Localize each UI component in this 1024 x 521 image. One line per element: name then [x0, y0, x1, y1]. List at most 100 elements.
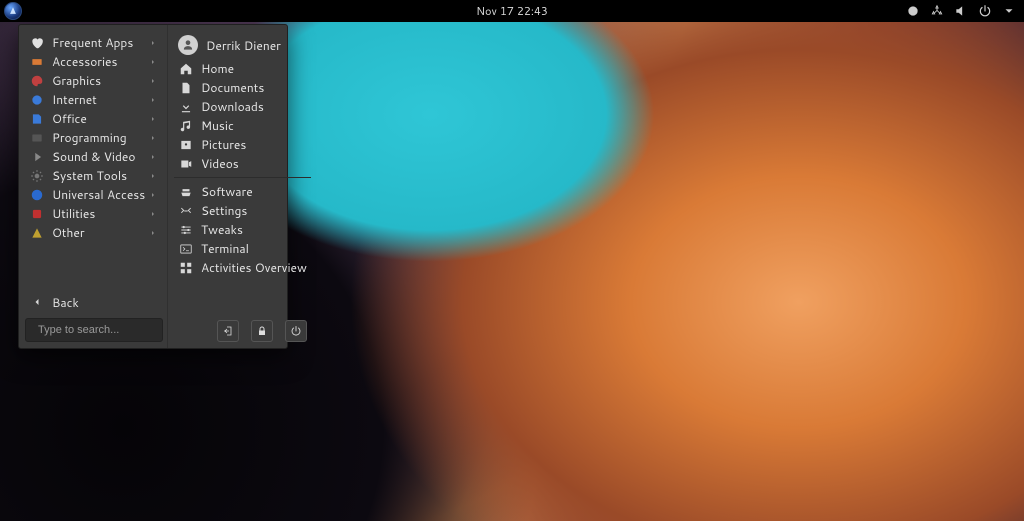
- sound-video-icon: [29, 149, 45, 165]
- category-label: Programming: [52, 129, 149, 146]
- shortcut-settings[interactable]: Settings: [174, 201, 311, 220]
- category-label: Graphics: [52, 72, 149, 89]
- place-music[interactable]: Music: [174, 116, 311, 135]
- place-label: Videos: [201, 155, 307, 172]
- category-accessories[interactable]: Accessories: [25, 52, 163, 71]
- category-label: Frequent Apps: [52, 34, 149, 51]
- menu-right-column: Derrik Diener Home Documents Downloads M…: [167, 25, 317, 348]
- shortcut-activities[interactable]: Activities Overview: [174, 258, 311, 277]
- session-buttons: [174, 318, 311, 342]
- internet-icon: [29, 92, 45, 108]
- user-row[interactable]: Derrik Diener: [174, 33, 311, 59]
- category-label: Other: [52, 224, 149, 241]
- volume-icon[interactable]: [954, 4, 968, 18]
- chevron-right-icon: [149, 72, 159, 89]
- category-internet[interactable]: Internet: [25, 90, 163, 109]
- utilities-icon: [29, 206, 45, 222]
- search-field[interactable]: [25, 318, 163, 342]
- category-sound-video[interactable]: Sound & Video: [25, 147, 163, 166]
- chevron-down-icon[interactable]: [1002, 4, 1016, 18]
- category-system-tools[interactable]: System Tools: [25, 166, 163, 185]
- category-list: Frequent Apps Accessories Graphics Inter…: [25, 33, 163, 242]
- search-input[interactable]: [38, 324, 180, 336]
- chevron-right-icon: [149, 91, 159, 108]
- network-icon[interactable]: [930, 4, 944, 18]
- shortcut-label: Tweaks: [201, 221, 307, 238]
- chevron-right-icon: [149, 167, 159, 184]
- place-downloads[interactable]: Downloads: [174, 97, 311, 116]
- category-label: System Tools: [52, 167, 149, 184]
- category-label: Internet: [52, 91, 149, 108]
- logout-button[interactable]: [217, 320, 239, 342]
- category-graphics[interactable]: Graphics: [25, 71, 163, 90]
- shortcuts-list: Software Settings Tweaks Terminal Activi…: [174, 182, 311, 277]
- clock[interactable]: Nov 17 22:43: [476, 3, 548, 19]
- category-other[interactable]: Other: [25, 223, 163, 242]
- shortcut-label: Terminal: [201, 240, 307, 257]
- shortcut-label: Settings: [201, 202, 307, 219]
- avatar: [178, 35, 198, 55]
- programming-icon: [29, 130, 45, 146]
- category-label: Accessories: [52, 53, 149, 70]
- office-icon: [29, 111, 45, 127]
- category-label: Universal Access: [52, 186, 149, 203]
- graphics-icon: [29, 73, 45, 89]
- shortcut-tweaks[interactable]: Tweaks: [174, 220, 311, 239]
- software-icon: [178, 184, 194, 200]
- downloads-icon: [178, 99, 194, 115]
- arc-logo-icon: [8, 6, 18, 16]
- power-icon[interactable]: [978, 4, 992, 18]
- category-universal-access[interactable]: Universal Access: [25, 185, 163, 204]
- home-icon: [178, 61, 194, 77]
- place-videos[interactable]: Videos: [174, 154, 311, 173]
- place-label: Downloads: [201, 98, 307, 115]
- chevron-right-icon: [149, 129, 159, 146]
- chevron-right-icon: [149, 34, 159, 51]
- back-label: Back: [52, 294, 79, 311]
- chevron-left-icon: [29, 296, 45, 308]
- shortcut-terminal[interactable]: Terminal: [174, 239, 311, 258]
- chevron-right-icon: [149, 224, 159, 241]
- other-icon: [29, 225, 45, 241]
- arc-menu: Frequent Apps Accessories Graphics Inter…: [18, 24, 288, 349]
- category-label: Office: [52, 110, 149, 127]
- place-label: Music: [201, 117, 307, 134]
- category-label: Sound & Video: [52, 148, 149, 165]
- place-home[interactable]: Home: [174, 59, 311, 78]
- power-icon: [290, 325, 302, 337]
- separator: [174, 177, 311, 178]
- shortcut-software[interactable]: Software: [174, 182, 311, 201]
- lock-button[interactable]: [251, 320, 273, 342]
- heart-icon: [29, 35, 45, 51]
- accessories-icon: [29, 54, 45, 70]
- top-bar: Nov 17 22:43: [0, 0, 1024, 22]
- category-label: Utilities: [52, 205, 149, 222]
- back-button[interactable]: Back: [25, 292, 163, 312]
- universal-access-icon: [29, 187, 45, 203]
- shortcut-label: Activities Overview: [201, 259, 307, 276]
- place-documents[interactable]: Documents: [174, 78, 311, 97]
- user-name: Derrik Diener: [206, 37, 281, 54]
- terminal-icon: [178, 241, 194, 257]
- tray-app-icon[interactable]: [906, 4, 920, 18]
- chevron-right-icon: [149, 148, 159, 165]
- settings-icon: [178, 203, 194, 219]
- category-frequent-apps[interactable]: Frequent Apps: [25, 33, 163, 52]
- place-label: Pictures: [201, 136, 307, 153]
- chevron-right-icon: [149, 53, 159, 70]
- menu-left-column: Frequent Apps Accessories Graphics Inter…: [19, 25, 167, 348]
- activities-icon: [178, 260, 194, 276]
- shortcut-label: Software: [201, 183, 307, 200]
- category-programming[interactable]: Programming: [25, 128, 163, 147]
- tweaks-icon: [178, 222, 194, 238]
- system-tools-icon: [29, 168, 45, 184]
- music-icon: [178, 118, 194, 134]
- place-pictures[interactable]: Pictures: [174, 135, 311, 154]
- category-utilities[interactable]: Utilities: [25, 204, 163, 223]
- chevron-right-icon: [149, 186, 159, 203]
- category-office[interactable]: Office: [25, 109, 163, 128]
- place-label: Documents: [201, 79, 307, 96]
- activities-button[interactable]: [4, 2, 22, 20]
- power-button[interactable]: [285, 320, 307, 342]
- place-label: Home: [201, 60, 307, 77]
